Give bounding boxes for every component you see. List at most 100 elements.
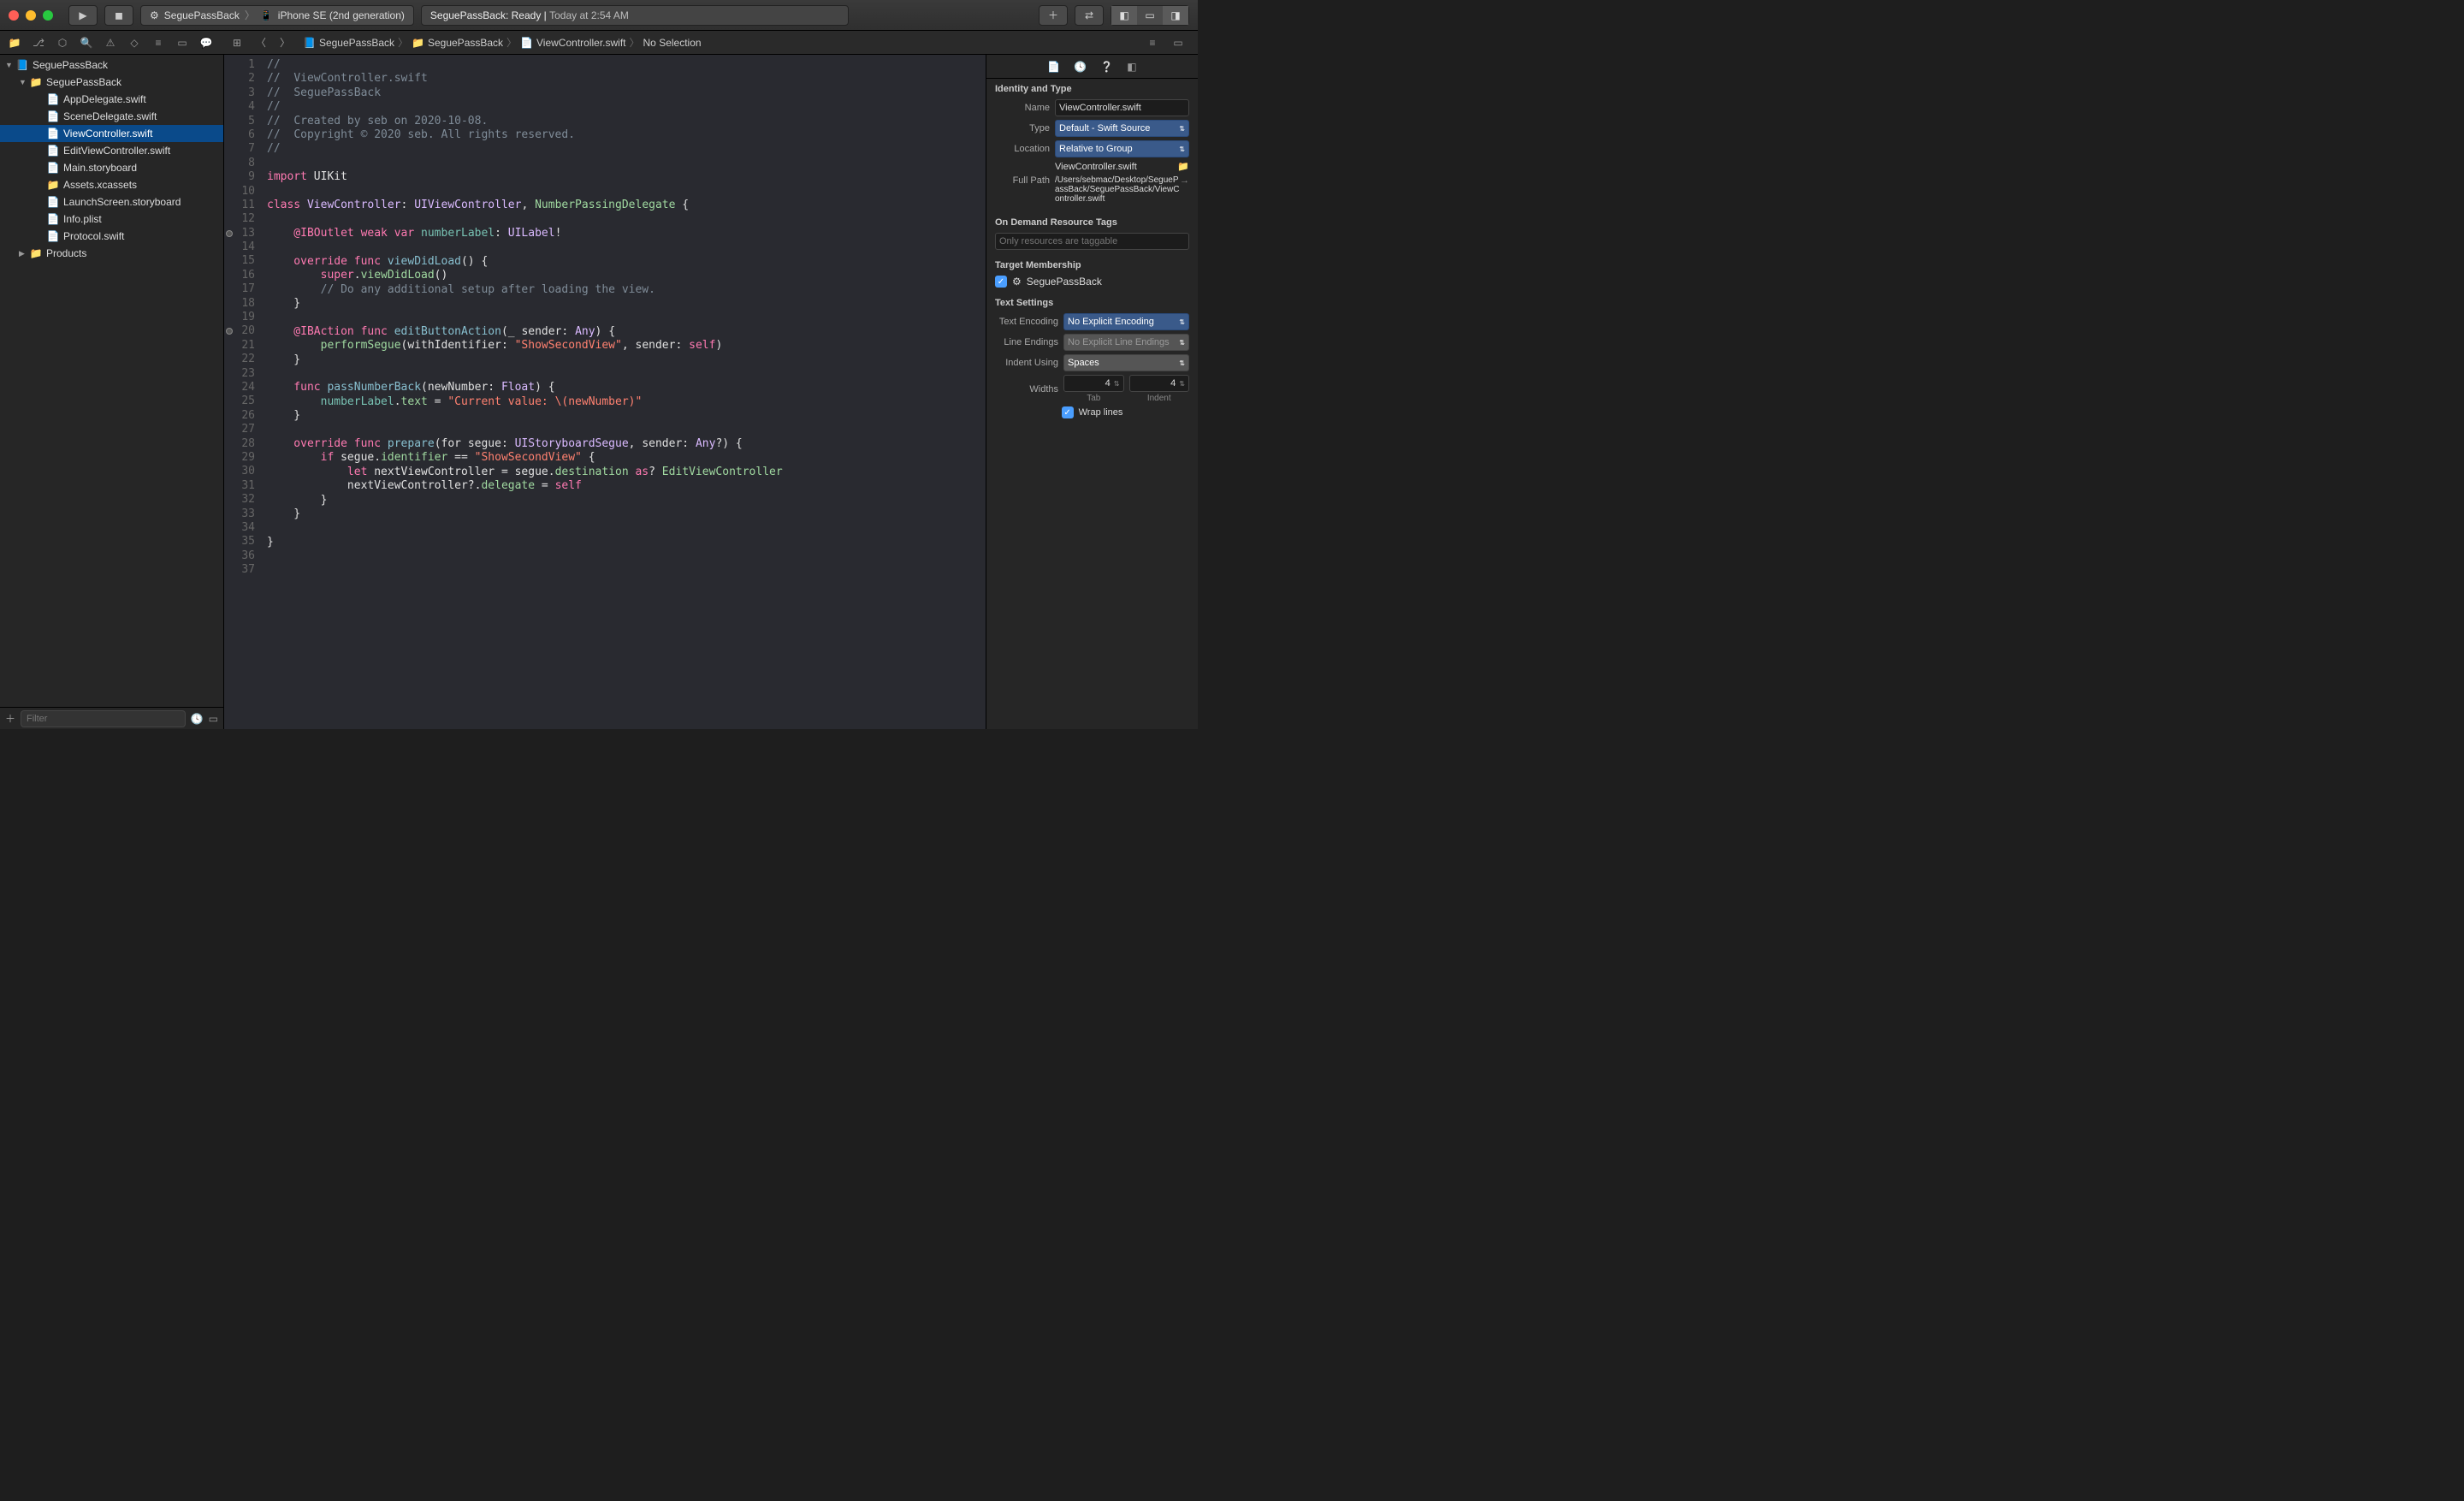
- inspector-panel: 📄 🕓 ❔ ◧ Identity and Type Name Type Defa…: [986, 55, 1198, 729]
- run-button[interactable]: ▶: [68, 5, 98, 26]
- tags-input: [995, 233, 1189, 250]
- breadcrumb-item[interactable]: ViewController.swift: [536, 37, 625, 49]
- forward-button[interactable]: 〉: [274, 33, 296, 52]
- type-value: Default - Swift Source: [1059, 123, 1150, 133]
- stop-button[interactable]: ◼: [104, 5, 133, 26]
- type-label: Type: [995, 123, 1055, 133]
- titlebar: ▶ ◼ ⚙︎ SeguePassBack 〉 📱 iPhone SE (2nd …: [0, 0, 1198, 31]
- membership-row[interactable]: ✓ ⚙︎ SeguePassBack: [995, 276, 1189, 288]
- app-icon: ⚙︎: [150, 9, 159, 21]
- disclosure-icon[interactable]: ▼: [19, 78, 29, 86]
- encoding-select[interactable]: No Explicit Encoding ⇅: [1063, 313, 1189, 330]
- disclosure-icon[interactable]: ▶: [19, 249, 29, 258]
- file-tree[interactable]: ▼ 📘 SeguePassBack ▼ 📁 SeguePassBack 📄 Ap…: [0, 55, 223, 707]
- disclosure-icon[interactable]: ▼: [5, 61, 15, 69]
- file-inspector-tab[interactable]: 📄: [1047, 61, 1060, 73]
- tree-group-products[interactable]: ▶ 📁 Products: [0, 245, 223, 262]
- toggle-inspector-button[interactable]: ◨: [1163, 6, 1188, 25]
- connection-indicator-icon[interactable]: [226, 230, 233, 237]
- code-review-button[interactable]: ⇄: [1075, 5, 1104, 26]
- toggle-navigator-button[interactable]: ◧: [1111, 6, 1137, 25]
- add-button[interactable]: ＋: [5, 711, 15, 726]
- minimize-icon[interactable]: [26, 10, 36, 21]
- indentusing-label: Indent Using: [995, 358, 1063, 368]
- issue-navigator-icon[interactable]: ⚠: [99, 33, 121, 52]
- tree-group[interactable]: ▼ 📁 SeguePassBack: [0, 74, 223, 91]
- location-value: Relative to Group: [1059, 144, 1133, 154]
- attributes-inspector-tab[interactable]: ◧: [1127, 61, 1136, 73]
- chevron-updown-icon: ⇅: [1179, 359, 1185, 367]
- connection-indicator-icon[interactable]: [226, 328, 233, 335]
- scm-filter-icon[interactable]: ▭: [209, 713, 218, 725]
- tree-label: AppDelegate.swift: [63, 93, 146, 105]
- help-inspector-tab[interactable]: ❔: [1100, 61, 1113, 73]
- tab-sublabel: Tab: [1063, 394, 1124, 403]
- folder-icon[interactable]: 📁: [1177, 161, 1189, 172]
- tree-project-root[interactable]: ▼ 📘 SeguePassBack: [0, 56, 223, 74]
- related-items-icon[interactable]: ⊞: [226, 33, 248, 52]
- code-content[interactable]: // // ViewController.swift // SeguePassB…: [262, 55, 986, 729]
- breadcrumb-item[interactable]: No Selection: [643, 37, 702, 49]
- widths-label: Widths: [995, 384, 1063, 395]
- scheme-selector[interactable]: ⚙︎ SeguePassBack 〉 📱 iPhone SE (2nd gene…: [140, 5, 414, 26]
- project-navigator-icon[interactable]: 📁: [3, 33, 26, 52]
- tree-label: SeguePassBack: [33, 59, 108, 71]
- code-editor[interactable]: 1234 5678 9101112 13 14151617 1819 20 21…: [224, 55, 986, 729]
- library-button[interactable]: ＋: [1039, 5, 1068, 26]
- panel-toggles: ◧ ▭ ◨: [1111, 5, 1189, 26]
- toggle-debug-button[interactable]: ▭: [1137, 6, 1163, 25]
- stepper-icon[interactable]: ⇅: [1179, 380, 1185, 388]
- navigator-footer: ＋ 🕓 ▭: [0, 707, 223, 729]
- indentusing-select[interactable]: Spaces ⇅: [1063, 354, 1189, 371]
- type-select[interactable]: Default - Swift Source ⇅: [1055, 120, 1189, 137]
- name-field[interactable]: [1055, 99, 1189, 116]
- lineendings-select[interactable]: No Explicit Line Endings ⇅: [1063, 334, 1189, 351]
- tree-file-selected[interactable]: 📄 ViewController.swift: [0, 125, 223, 142]
- maximize-icon[interactable]: [43, 10, 53, 21]
- minimap-icon[interactable]: ≡: [1141, 33, 1164, 52]
- debug-navigator-icon[interactable]: ≡: [147, 33, 169, 52]
- filter-input[interactable]: [21, 710, 186, 727]
- adjust-editor-icon[interactable]: ▭: [1167, 33, 1189, 52]
- tree-file[interactable]: 📄 Main.storyboard: [0, 159, 223, 176]
- find-navigator-icon[interactable]: 🔍: [75, 33, 98, 52]
- source-control-icon[interactable]: ⎇: [27, 33, 50, 52]
- breakpoint-navigator-icon[interactable]: ▭: [171, 33, 193, 52]
- test-navigator-icon[interactable]: ◇: [123, 33, 145, 52]
- tree-file[interactable]: 📄 EditViewController.swift: [0, 142, 223, 159]
- swift-file-icon: 📄: [520, 37, 533, 49]
- swift-file-icon: 📄: [46, 127, 60, 140]
- location-file: ViewController.swift: [1055, 162, 1177, 172]
- breadcrumb[interactable]: 📘 SeguePassBack 〉 📁 SeguePassBack 〉 📄 Vi…: [303, 35, 702, 50]
- navigator-toolbar: 📁 ⎇ ⬡ 🔍 ⚠ ◇ ≡ ▭ 💬 ⊞ 〈 〉 📘 SeguePassBack …: [0, 31, 1198, 55]
- lineendings-value: No Explicit Line Endings: [1068, 337, 1170, 347]
- membership-target-label: SeguePassBack: [1027, 276, 1102, 288]
- fullpath-value: /Users/sebmac/Desktop/SeguePassBack/Segu…: [1055, 175, 1180, 204]
- history-inspector-tab[interactable]: 🕓: [1074, 61, 1087, 73]
- breadcrumb-item[interactable]: SeguePassBack: [428, 37, 503, 49]
- tree-file[interactable]: 📄 Protocol.swift: [0, 228, 223, 245]
- stepper-icon[interactable]: ⇅: [1114, 380, 1120, 388]
- breadcrumb-item[interactable]: SeguePassBack: [319, 37, 394, 49]
- recent-icon[interactable]: 🕓: [191, 713, 204, 725]
- reveal-icon[interactable]: →: [1180, 175, 1189, 186]
- inspector-tabs: 📄 🕓 ❔ ◧: [986, 55, 1198, 79]
- wrap-lines-checkbox[interactable]: ✓: [1062, 406, 1074, 418]
- location-select[interactable]: Relative to Group ⇅: [1055, 140, 1189, 157]
- close-icon[interactable]: [9, 10, 19, 21]
- indent-width-stepper[interactable]: 4 ⇅: [1129, 375, 1190, 392]
- tree-file[interactable]: 📄 SceneDelegate.swift: [0, 108, 223, 125]
- tree-file[interactable]: 📄 LaunchScreen.storyboard: [0, 193, 223, 211]
- tree-file[interactable]: 📄 AppDelegate.swift: [0, 91, 223, 108]
- membership-checkbox[interactable]: ✓: [995, 276, 1007, 288]
- back-button[interactable]: 〈: [250, 33, 272, 52]
- chevron-updown-icon: ⇅: [1179, 125, 1185, 133]
- status-bar: SeguePassBack: Ready | Today at 2:54 AM: [421, 5, 849, 26]
- target-icon: ⚙︎: [1012, 276, 1022, 288]
- tree-file[interactable]: 📄 Info.plist: [0, 211, 223, 228]
- tree-file[interactable]: 📁 Assets.xcassets: [0, 176, 223, 193]
- report-navigator-icon[interactable]: 💬: [195, 33, 217, 52]
- symbol-navigator-icon[interactable]: ⬡: [51, 33, 74, 52]
- chevron-updown-icon: ⇅: [1179, 145, 1185, 153]
- tab-width-stepper[interactable]: 4 ⇅: [1063, 375, 1124, 392]
